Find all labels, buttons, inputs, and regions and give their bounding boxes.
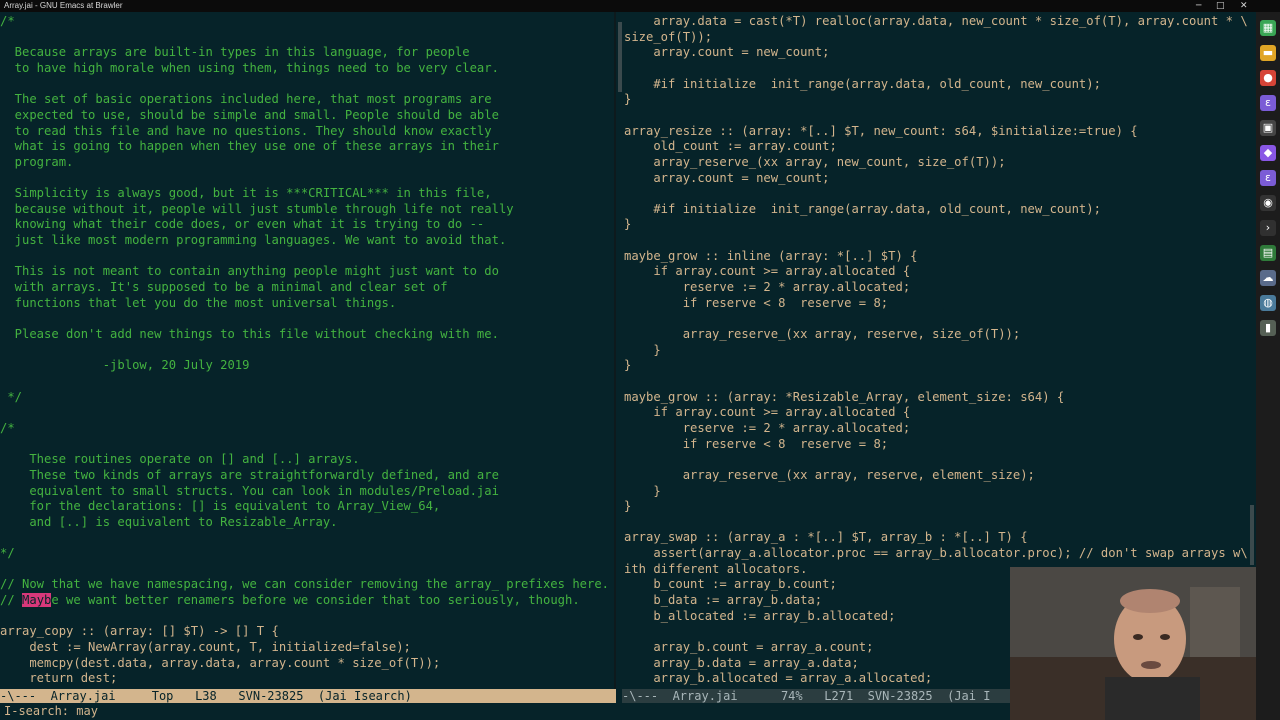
right-scrollbar[interactable] bbox=[1250, 505, 1254, 565]
code-line: if array.count >= array.allocated { bbox=[624, 405, 911, 420]
obs-icon[interactable]: ◉ bbox=[1260, 195, 1276, 211]
code-line: reserve := 2 * array.allocated; bbox=[624, 420, 911, 435]
search-match-highlight: Mayb bbox=[22, 593, 52, 608]
code-line: } bbox=[624, 358, 632, 373]
left-scrollbar[interactable] bbox=[618, 22, 622, 92]
code-text: // bbox=[0, 593, 23, 608]
battery-icon[interactable]: ▮ bbox=[1260, 320, 1276, 336]
code-line: program. bbox=[0, 154, 74, 169]
code-line: ith different allocators. bbox=[624, 561, 808, 576]
code-line: b_data := array_b.data; bbox=[624, 593, 823, 608]
code-line: memcpy(dest.data, array.data, array.coun… bbox=[0, 655, 441, 670]
code-line: /* bbox=[0, 420, 15, 435]
chrome-icon[interactable]: ● bbox=[1260, 70, 1276, 86]
app-icon[interactable]: ▤ bbox=[1260, 245, 1276, 261]
code-line: maybe_grow :: inline (array: *[..] $T) { bbox=[624, 248, 918, 263]
code-line: just like most modern programming langua… bbox=[0, 233, 507, 248]
code-line: array_copy :: (array: [] $T) -> [] T { bbox=[0, 624, 279, 639]
pane-divider[interactable] bbox=[614, 12, 616, 689]
code-line: knowing what their code does, or even wh… bbox=[0, 217, 485, 232]
code-line: reserve := 2 * array.allocated; bbox=[624, 280, 911, 295]
maximize-button[interactable]: □ bbox=[1216, 0, 1225, 12]
isearch-minibuffer[interactable]: I-search: may bbox=[0, 703, 1014, 720]
close-button[interactable]: ✕ bbox=[1240, 0, 1248, 12]
taskbar: ▦ ▬ ● ε ▣ ◆ ε ◉ › ▤ ☁ ◍ ▮ bbox=[1256, 12, 1280, 720]
code-line: } bbox=[624, 342, 661, 357]
code-line: and [..] is equivalent to Resizable_Arra… bbox=[0, 514, 338, 529]
code-line: if reserve < 8 reserve = 8; bbox=[624, 295, 889, 310]
visual-studio-icon[interactable]: ◆ bbox=[1260, 145, 1276, 161]
code-line: because without it, people will just stu… bbox=[0, 201, 514, 216]
code-line: array.data = cast(*T) realloc(array.data… bbox=[624, 14, 1248, 28]
mode-line-left: -\--- Array.jai Top L38 SVN-23825 (Jai I… bbox=[0, 689, 616, 703]
code-line: array_b.allocated = array_a.allocated; bbox=[624, 671, 933, 686]
code-line: array_reserve_(xx array, new_count, size… bbox=[624, 154, 1006, 169]
code-line: // Now that we have namespacing, we can … bbox=[0, 577, 610, 592]
code-line: // Maybe we want better renamers before … bbox=[0, 592, 580, 608]
code-line: These routines operate on [] and [..] ar… bbox=[0, 452, 360, 467]
code-line: b_allocated := array_b.allocated; bbox=[624, 608, 896, 623]
code-line: what is going to happen when they use on… bbox=[0, 139, 499, 154]
code-line: } bbox=[624, 483, 661, 498]
emacs-icon[interactable]: ε bbox=[1260, 95, 1276, 111]
code-line: } bbox=[624, 499, 632, 514]
code-line: Simplicity is always good, but it is ***… bbox=[0, 186, 492, 201]
code-line: #if initialize init_range(array.data, ol… bbox=[624, 201, 1101, 216]
code-line: These two kinds of arrays are straightfo… bbox=[0, 467, 499, 482]
code-line: #if initialize init_range(array.data, ol… bbox=[624, 76, 1101, 91]
mode-line-right: -\--- Array.jai 74% L271 SVN-23825 (Jai … bbox=[622, 689, 1010, 703]
code-line: array.count = new_count; bbox=[624, 45, 830, 60]
code-line: with arrays. It's supposed to be a minim… bbox=[0, 280, 448, 295]
minimize-button[interactable]: ─ bbox=[1196, 0, 1201, 12]
terminal-icon[interactable]: ▣ bbox=[1260, 120, 1276, 136]
title-bar: Array.jai - GNU Emacs at Brawler ─ □ ✕ bbox=[0, 0, 1280, 12]
code-line: Please don't add new things to this file… bbox=[0, 327, 499, 341]
webcam-image bbox=[1010, 567, 1256, 720]
code-line: maybe_grow :: (array: *Resizable_Array, … bbox=[624, 389, 1065, 404]
code-line: expected to use, should be simple and sm… bbox=[0, 107, 499, 122]
grid-icon[interactable]: ▦ bbox=[1260, 20, 1276, 36]
code-line: The set of basic operations included her… bbox=[0, 92, 492, 107]
code-line: } bbox=[624, 217, 632, 232]
code-line: array_b.count = array_a.count; bbox=[624, 640, 874, 654]
webcam-overlay bbox=[1010, 567, 1256, 720]
code-line: -jblow, 20 July 2019 bbox=[0, 358, 250, 373]
left-editor-pane[interactable]: /* Because arrays are built-in types in … bbox=[0, 12, 614, 689]
code-line: equivalent to small structs. You can loo… bbox=[0, 483, 499, 498]
code-line: old_count := array.count; bbox=[624, 139, 837, 154]
code-line: array_reserve_(xx array, reserve, elemen… bbox=[624, 467, 1035, 482]
emacs-icon-2[interactable]: ε bbox=[1260, 170, 1276, 186]
code-line: if reserve < 8 reserve = 8; bbox=[624, 436, 889, 451]
code-line: This is not meant to contain anything pe… bbox=[0, 264, 499, 279]
code-line: array.count = new_count; bbox=[624, 170, 830, 185]
console-icon[interactable]: › bbox=[1260, 220, 1276, 236]
code-line: Because arrays are built-in types in thi… bbox=[0, 45, 470, 60]
code-line: /* bbox=[0, 14, 15, 28]
window-title: Array.jai - GNU Emacs at Brawler bbox=[4, 1, 123, 10]
code-line: functions that let you do the most unive… bbox=[0, 295, 397, 310]
code-line: array_reserve_(xx array, reserve, size_o… bbox=[624, 327, 1021, 341]
code-line: array_resize :: (array: *[..] $T, new_co… bbox=[624, 123, 1138, 138]
globe-icon[interactable]: ◍ bbox=[1260, 295, 1276, 311]
code-line: size_of(T)); bbox=[624, 29, 713, 44]
code-line: b_count := array_b.count; bbox=[624, 577, 837, 592]
code-line: to read this file and have no questions.… bbox=[0, 123, 492, 138]
code-text: e we want better renamers before we cons… bbox=[51, 593, 580, 608]
code-line: return dest; bbox=[0, 671, 118, 686]
code-line: for the declarations: [] is equivalent t… bbox=[0, 499, 441, 514]
cloud-icon[interactable]: ☁ bbox=[1260, 270, 1276, 286]
code-line: if array.count >= array.allocated { bbox=[624, 264, 911, 279]
code-line: } bbox=[624, 92, 632, 107]
code-line: */ bbox=[0, 389, 23, 404]
code-line: */ bbox=[0, 546, 15, 561]
code-line: dest := NewArray(array.count, T, initial… bbox=[0, 640, 411, 654]
code-line: to have high morale when using them, thi… bbox=[0, 60, 499, 75]
code-line: array_swap :: (array_a : *[..] $T, array… bbox=[624, 530, 1028, 545]
code-line: array_b.data = array_a.data; bbox=[624, 655, 859, 670]
folder-icon[interactable]: ▬ bbox=[1260, 45, 1276, 61]
code-line: assert(array_a.allocator.proc == array_b… bbox=[624, 546, 1248, 561]
